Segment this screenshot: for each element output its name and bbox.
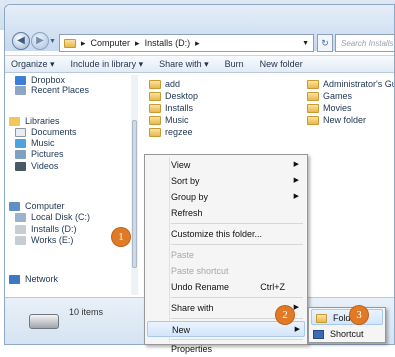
refresh-icon[interactable]: ↻ — [317, 34, 333, 52]
submenu-arrow-icon: ▶ — [293, 193, 299, 200]
item-count: 10 items — [69, 307, 104, 317]
recent-places-icon — [15, 85, 26, 95]
folder-icon — [307, 115, 319, 125]
scrollbar-thumb[interactable] — [132, 120, 137, 268]
nav-item-recent-places[interactable]: Recent Places — [15, 85, 89, 95]
list-item[interactable]: Administrator's Guide — [307, 79, 394, 89]
list-item[interactable]: add — [149, 79, 180, 89]
menu-separator — [171, 244, 303, 245]
submenu-item-folder[interactable]: Folder — [311, 309, 383, 325]
menu-item-undo-rename[interactable]: Undo Rename Ctrl+Z — [171, 279, 303, 295]
menu-separator — [171, 339, 303, 340]
breadcrumb-installs[interactable]: Installs (D:) — [145, 38, 191, 48]
dropbox-icon — [15, 75, 26, 85]
chevron-right-icon: ▸ — [135, 37, 140, 48]
new-folder-button[interactable]: New folder — [260, 59, 303, 69]
step-badge-3: 3 — [350, 306, 368, 324]
network-icon — [9, 274, 20, 284]
command-bar: Organize ▾ Include in library ▾ Share wi… — [5, 55, 394, 73]
folder-icon — [149, 115, 161, 125]
list-item[interactable]: Movies — [307, 103, 352, 113]
drive-icon — [15, 235, 26, 245]
shortcut-key: Ctrl+Z — [260, 282, 285, 292]
nav-item-local-disk[interactable]: Local Disk (C:) — [15, 212, 90, 222]
shortcut-icon — [313, 330, 324, 340]
forward-button[interactable]: ▶ — [31, 32, 49, 50]
nav-item-pictures[interactable]: Pictures — [15, 149, 64, 159]
menu-item-refresh[interactable]: Refresh — [171, 205, 303, 221]
list-item[interactable]: Installs — [149, 103, 193, 113]
folder-icon — [316, 314, 327, 324]
chevron-right-icon: ▸ — [81, 37, 86, 48]
list-item[interactable]: Games — [307, 91, 352, 101]
folder-icon — [149, 127, 161, 137]
submenu-arrow-icon: ▶ — [293, 161, 299, 168]
list-item[interactable]: Music — [149, 115, 189, 125]
nav-item-installs[interactable]: Installs (D:) — [15, 224, 77, 234]
back-button[interactable]: ◀ — [12, 32, 30, 50]
folder-icon — [64, 38, 76, 48]
folder-icon — [149, 79, 161, 89]
nav-item-videos[interactable]: Videos — [15, 161, 58, 171]
videos-icon — [15, 161, 26, 171]
nav-item-network[interactable]: Network — [9, 274, 58, 284]
nav-item-computer[interactable]: Computer — [9, 201, 65, 211]
folder-icon — [307, 91, 319, 101]
submenu-arrow-icon: ▶ — [293, 304, 299, 311]
nav-item-documents[interactable]: Documents — [15, 127, 77, 137]
address-bar[interactable]: ▸ Computer ▸ Installs (D:) ▸ ▼ — [59, 34, 314, 52]
submenu-arrow-icon: ▶ — [293, 177, 299, 184]
list-item[interactable]: Desktop — [149, 91, 198, 101]
folder-icon — [149, 103, 161, 113]
new-submenu: Folder Shortcut — [308, 307, 386, 343]
navigation-pane: Dropbox Recent Places Libraries Document… — [5, 75, 138, 295]
nav-item-works[interactable]: Works (E:) — [15, 235, 73, 245]
drive-icon — [29, 314, 59, 329]
submenu-arrow-icon: ▶ — [294, 326, 300, 333]
pictures-icon — [15, 149, 26, 159]
menu-separator — [171, 223, 303, 224]
documents-icon — [15, 127, 26, 137]
nav-item-libraries[interactable]: Libraries — [9, 116, 60, 126]
drive-icon — [15, 224, 26, 234]
menu-item-sort-by[interactable]: Sort by ▶ — [171, 173, 303, 189]
menu-item-group-by[interactable]: Group by ▶ — [171, 189, 303, 205]
step-badge-1: 1 — [112, 228, 130, 246]
folder-icon — [149, 91, 161, 101]
menu-item-properties[interactable]: Properties — [171, 341, 303, 357]
chevron-right-icon: ▸ — [195, 37, 200, 48]
include-in-library-button[interactable]: Include in library ▾ — [71, 59, 144, 70]
organize-button[interactable]: Organize ▾ — [11, 59, 55, 70]
drive-icon — [15, 212, 26, 222]
search-input[interactable]: Search Installs (D:) — [335, 34, 394, 52]
nav-scrollbar[interactable] — [131, 75, 138, 295]
menu-separator — [171, 297, 303, 298]
menu-item-paste-shortcut: Paste shortcut — [171, 266, 229, 276]
nav-item-dropbox[interactable]: Dropbox — [15, 75, 65, 85]
menu-item-view[interactable]: View ▶ — [171, 157, 303, 173]
burn-button[interactable]: Burn — [225, 59, 244, 69]
address-dropdown-icon[interactable]: ▼ — [302, 40, 309, 47]
music-icon — [15, 138, 26, 148]
folder-icon — [307, 103, 319, 113]
list-item[interactable]: New folder — [307, 115, 366, 125]
folder-icon — [307, 79, 319, 89]
submenu-item-shortcut[interactable]: Shortcut — [313, 326, 381, 342]
menu-item-customize[interactable]: Customize this folder... — [171, 226, 303, 242]
step-badge-2: 2 — [276, 306, 294, 324]
libraries-icon — [9, 116, 20, 126]
nav-item-music[interactable]: Music — [15, 138, 55, 148]
breadcrumb-computer[interactable]: Computer — [91, 38, 131, 48]
computer-icon — [9, 201, 20, 211]
menu-item-paste: Paste — [171, 250, 195, 260]
share-with-button[interactable]: Share with ▾ — [159, 59, 209, 70]
history-dropdown-icon[interactable]: ▼ — [49, 38, 56, 45]
list-item[interactable]: regzee — [149, 127, 193, 137]
